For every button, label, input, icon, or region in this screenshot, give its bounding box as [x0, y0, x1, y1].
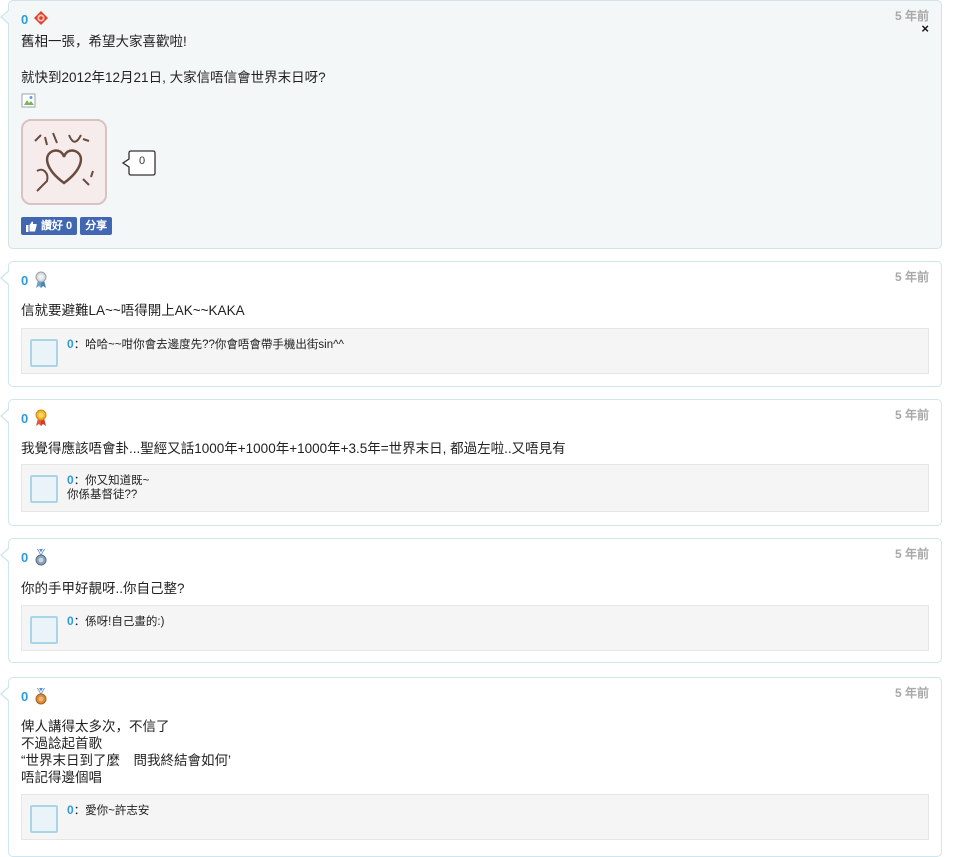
reply-box: 0：你又知道既~ 你係基督徒??	[21, 464, 929, 512]
silver-ribbon-icon	[35, 271, 47, 288]
reply-text: ：哈哈~~咁你會去邊度先??你會唔會帶手機出街sin^^	[73, 339, 344, 351]
post-time: 5 年前	[894, 408, 929, 422]
close-icon[interactable]: ×	[921, 21, 929, 36]
heart-sticker-icon	[34, 132, 94, 192]
avatar[interactable]	[30, 616, 58, 644]
reply-score: 0	[67, 803, 74, 817]
reply-score: 0	[67, 337, 74, 351]
post-text-line: “世界末日到了麼 問我終結會如何’	[21, 753, 231, 768]
reply-box: 0：哈哈~~咁你會去邊度先??你會唔會帶手機出街sin^^	[21, 328, 929, 374]
reply-score: 0	[67, 614, 74, 628]
post-time: 5 年前	[894, 686, 929, 700]
post-card: 0 5 年前 俾人講得太多次，不信了 不過諗起首歌 “世界末日到了麼 問我終結會…	[0, 677, 942, 857]
reply-box: 0：愛你~許志安	[21, 794, 929, 840]
post-card: 0 5 年前 我覺得應該唔會卦...聖經又話1000年+1000年+1000年+…	[0, 399, 942, 526]
flower-badge-icon	[34, 11, 49, 25]
reply-text-line-2: 你係基督徒??	[67, 489, 138, 501]
gold-ribbon-icon	[35, 409, 47, 426]
post-card: 0 5 年前 × 舊相一張，希望大家喜歡啦! 就快到2012年12月21日, 大…	[0, 0, 942, 249]
avatar[interactable]	[30, 805, 58, 833]
post-score: 0	[21, 688, 29, 704]
post-card: 0 5 年前 你的手甲好靚呀..你自己整? 0：係呀!自己畫的:)	[0, 538, 942, 663]
post-time: 5 年前	[894, 270, 929, 284]
post-score: 0	[21, 410, 29, 426]
avatar[interactable]	[30, 475, 58, 503]
post-text-line: 唔記得邊個唱	[21, 770, 102, 785]
thumbs-up-icon	[26, 221, 37, 232]
blue-medal-icon	[35, 548, 47, 566]
bronze-medal-icon	[35, 687, 47, 705]
post-time: 5 年前	[894, 547, 929, 561]
post-card: 0 5 年前 信就要避難LA~~唔得開上AK~~KAKA 0：哈哈~~咁你會去邊…	[0, 261, 942, 387]
reply-text: ：你又知道既~	[73, 475, 150, 487]
comment-count: 0	[139, 155, 146, 167]
post-score: 0	[21, 272, 29, 288]
post-text-line: 不過諗起首歌	[21, 736, 102, 751]
post-text: 你的手甲好靚呀..你自己整?	[21, 581, 185, 596]
share-button[interactable]: 分享	[80, 217, 113, 235]
avatar[interactable]	[30, 339, 58, 367]
post-text: 我覺得應該唔會卦...聖經又話1000年+1000年+1000年+3.5年=世界…	[21, 441, 566, 456]
post-text: 信就要避難LA~~唔得開上AK~~KAKA	[21, 303, 245, 318]
reply-score: 0	[67, 473, 74, 487]
post-text-line: 俾人講得太多次，不信了	[21, 719, 170, 734]
post-score: 0	[21, 11, 29, 27]
broken-image-icon	[21, 93, 36, 108]
reply-box: 0：係呀!自己畫的:)	[21, 605, 929, 651]
post-text-line: 就快到2012年12月21日, 大家信唔信會世界末日呀?	[21, 70, 326, 85]
like-button[interactable]: 讚好 0	[21, 217, 78, 235]
share-label: 分享	[85, 220, 108, 232]
post-text-line: 舊相一張，希望大家喜歡啦!	[21, 34, 187, 49]
like-label: 讚好 0	[41, 220, 73, 232]
reply-text: ：係呀!自己畫的:)	[73, 616, 165, 628]
post-score: 0	[21, 549, 29, 565]
reply-text: ：愛你~許志安	[73, 805, 150, 817]
heart-sticker-image[interactable]	[21, 119, 107, 205]
